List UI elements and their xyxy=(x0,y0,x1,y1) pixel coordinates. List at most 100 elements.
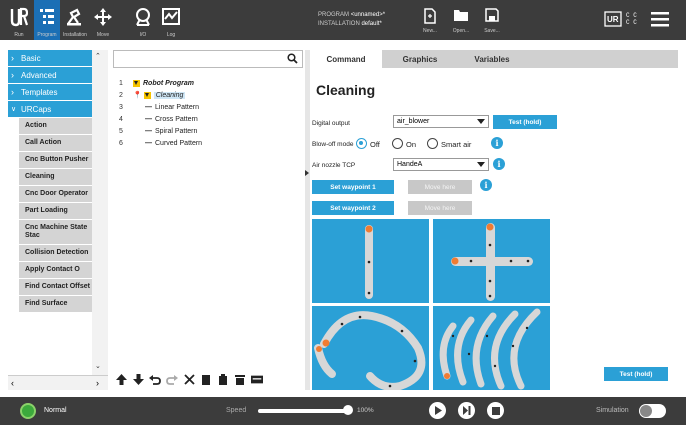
scroll-up-icon[interactable]: ⌃ xyxy=(95,52,101,60)
urcap-item[interactable]: Part Loading xyxy=(19,203,97,219)
move-here-2-button[interactable]: Move here xyxy=(408,201,472,215)
speed-slider[interactable] xyxy=(258,409,350,413)
tab-variables[interactable]: Variables xyxy=(456,50,528,68)
blowoff-smart-air-radio[interactable] xyxy=(427,138,438,149)
set-waypoint-1-button[interactable]: Set waypoint 1 xyxy=(312,180,394,194)
nav-scrollbar[interactable]: ⌃ ⌄ xyxy=(92,50,108,375)
urcap-item[interactable]: Apply Contact O xyxy=(19,262,97,278)
nav-horizontal-scrollbar[interactable]: ‹ › xyxy=(8,375,108,390)
search-input[interactable] xyxy=(113,50,303,68)
remote-control-icon[interactable]: UR xyxy=(604,11,622,32)
speed-value: 100% xyxy=(357,407,374,414)
node-collapse-icon[interactable] xyxy=(133,79,140,87)
cross-pattern-thumbnail[interactable] xyxy=(433,219,550,303)
status-label: Normal xyxy=(44,407,67,414)
tree-node-robot-program[interactable]: 1 Robot Program xyxy=(119,78,194,88)
urcap-item[interactable]: Find Contact Offset xyxy=(19,279,97,295)
cut-icon[interactable] xyxy=(183,373,195,385)
node-collapse-icon[interactable] xyxy=(143,91,151,99)
speed-slider-handle[interactable] xyxy=(343,405,353,415)
urcap-item[interactable]: Cnc Door Operator xyxy=(19,186,97,202)
blowoff-mode-label: Blow-off mode xyxy=(312,141,354,148)
urcap-item[interactable]: Cnc Machine State Stac xyxy=(19,220,97,244)
set-waypoint-2-button[interactable]: Set waypoint 2 xyxy=(312,201,394,215)
tree-node-cross-pattern[interactable]: 4 — Cross Pattern xyxy=(119,114,198,124)
program-tab-label: Program xyxy=(37,32,57,38)
tree-node-curved-pattern[interactable]: 6 — Curved Pattern xyxy=(119,138,202,148)
simulation-toggle[interactable] xyxy=(639,404,666,418)
urcap-item[interactable]: Cnc Button Pusher xyxy=(19,152,97,168)
tree-node-linear-pattern[interactable]: 3 — Linear Pattern xyxy=(119,102,199,112)
program-info: PROGRAM <unnamed>* INSTALLATION default* xyxy=(318,11,385,29)
info-icon[interactable]: i xyxy=(493,158,505,170)
urcap-item[interactable]: Collision Detection xyxy=(19,245,97,261)
save-button[interactable]: Save... xyxy=(480,3,504,37)
urcap-item[interactable]: Cleaning xyxy=(19,169,97,185)
status-indicator-icon[interactable] xyxy=(20,403,36,419)
run-tab[interactable]: Run xyxy=(6,0,32,40)
node-dash-icon: — xyxy=(145,139,152,147)
play-button[interactable] xyxy=(429,402,446,419)
nav-category-label: Basic xyxy=(21,53,41,63)
installation-tab[interactable]: Installation xyxy=(62,0,88,40)
tab-graphics[interactable]: Graphics xyxy=(384,50,456,68)
move-down-icon[interactable] xyxy=(132,373,144,385)
new-button[interactable]: New... xyxy=(418,3,442,37)
tree-node-cleaning[interactable]: 2 📍 Cleaning xyxy=(119,90,186,100)
io-tab-label: I/O xyxy=(139,32,147,38)
scroll-left-icon[interactable]: ‹ xyxy=(11,378,14,388)
save-label: Save... xyxy=(484,28,500,34)
urcap-item[interactable]: Call Action xyxy=(19,135,97,151)
io-tab[interactable]: I/O xyxy=(130,0,156,40)
linear-pattern-thumbnail[interactable] xyxy=(312,219,429,303)
urcap-item[interactable]: Find Surface xyxy=(19,296,97,312)
blowoff-on-label: On xyxy=(406,140,417,149)
ur-logo-icon xyxy=(10,7,28,27)
svg-text:UR: UR xyxy=(607,15,619,24)
line-number: 5 xyxy=(119,127,123,135)
installation-label: INSTALLATION xyxy=(318,21,360,27)
blowoff-off-radio[interactable] xyxy=(356,138,367,149)
tcp-value: HandeA xyxy=(397,161,423,168)
info-icon[interactable]: i xyxy=(480,179,492,191)
stop-button[interactable] xyxy=(487,402,504,419)
tree-node-label: Robot Program xyxy=(143,79,194,87)
chevron-right-icon: › xyxy=(11,70,14,80)
installation-icon xyxy=(67,8,81,26)
copy-icon[interactable] xyxy=(200,373,212,385)
move-here-1-button[interactable]: Move here xyxy=(408,180,472,194)
splitter-arrow-icon[interactable] xyxy=(305,170,309,176)
move-tab[interactable]: Move xyxy=(90,0,116,40)
scroll-down-icon[interactable]: ⌄ xyxy=(95,362,101,370)
move-up-icon[interactable] xyxy=(115,373,127,385)
redo-icon[interactable] xyxy=(166,373,178,385)
delete-icon[interactable] xyxy=(234,373,246,385)
test-hold-bottom-button[interactable]: Test (hold) xyxy=(604,367,668,381)
program-tab[interactable]: Program xyxy=(34,0,60,40)
paste-icon[interactable] xyxy=(217,373,229,385)
log-tab[interactable]: Log xyxy=(158,0,184,40)
blowoff-on-radio[interactable] xyxy=(392,138,403,149)
tab-command[interactable]: Command xyxy=(310,50,382,68)
node-dash-icon: — xyxy=(145,127,152,135)
undo-icon[interactable] xyxy=(149,373,161,385)
curved-pattern-thumbnail[interactable] xyxy=(433,306,550,390)
open-button[interactable]: Open... xyxy=(449,3,473,37)
tree-node-spiral-pattern[interactable]: 5 — Spiral Pattern xyxy=(119,126,197,136)
spiral-pattern-thumbnail[interactable] xyxy=(312,306,429,391)
step-button[interactable] xyxy=(458,402,475,419)
info-icon[interactable]: i xyxy=(491,137,503,149)
digital-output-select[interactable]: air_blower xyxy=(393,115,489,128)
search-icon[interactable] xyxy=(287,53,298,64)
tcp-select[interactable]: HandeA xyxy=(393,158,489,171)
line-number: 1 xyxy=(119,79,123,87)
hamburger-menu-icon[interactable] xyxy=(650,9,670,34)
test-hold-button[interactable]: Test (hold) xyxy=(493,115,557,129)
digital-output-value: air_blower xyxy=(397,118,430,125)
chevron-down-icon: ∨ xyxy=(11,106,17,113)
tree-toolbar xyxy=(113,369,305,389)
scroll-right-icon[interactable]: › xyxy=(96,378,99,388)
urcap-item[interactable]: Action xyxy=(19,118,97,134)
program-icon xyxy=(40,9,54,24)
suppress-icon[interactable] xyxy=(251,373,263,385)
